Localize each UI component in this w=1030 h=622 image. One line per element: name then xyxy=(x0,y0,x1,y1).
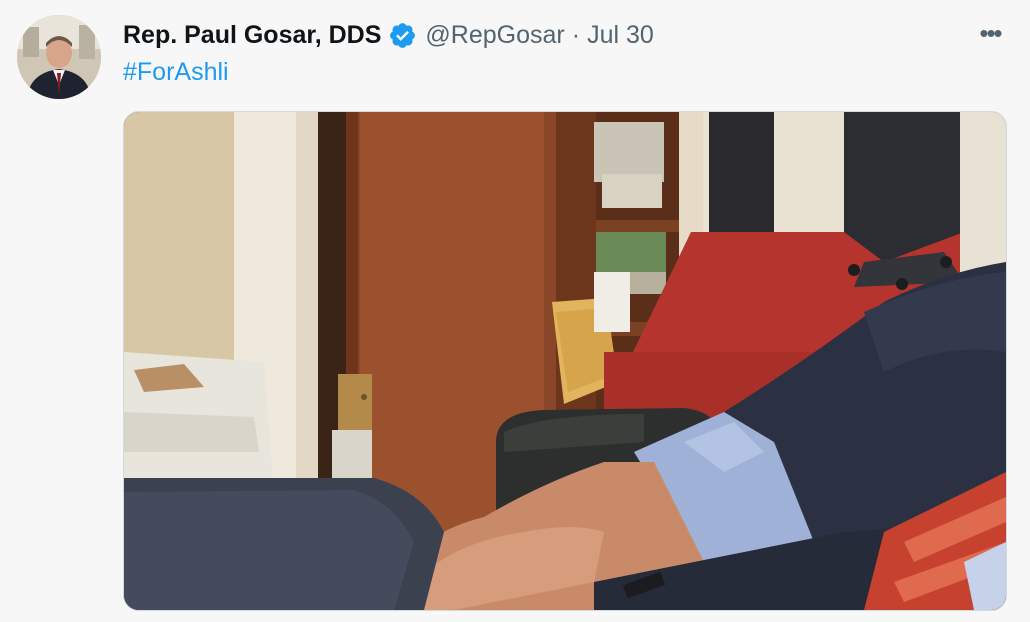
tweet-timestamp[interactable]: Jul 30 xyxy=(587,21,654,50)
header-separator: · xyxy=(571,20,581,49)
photo-image xyxy=(124,112,1006,610)
tweet-header: Rep. Paul Gosar, DDS @RepGosar · Jul 30 xyxy=(123,18,654,52)
avatar[interactable] xyxy=(17,15,101,99)
author-handle[interactable]: @RepGosar xyxy=(425,21,564,50)
tweet-photo[interactable] xyxy=(123,111,1007,611)
tweet[interactable]: Rep. Paul Gosar, DDS @RepGosar · Jul 30 … xyxy=(0,0,1030,622)
hashtag-link[interactable]: #ForAshli xyxy=(123,58,229,87)
more-icon: ••• xyxy=(979,18,1002,48)
more-options-button[interactable]: ••• xyxy=(968,18,1012,52)
verified-badge-icon xyxy=(388,21,417,50)
avatar-image xyxy=(17,15,101,99)
author-display-name[interactable]: Rep. Paul Gosar, DDS xyxy=(123,21,381,50)
